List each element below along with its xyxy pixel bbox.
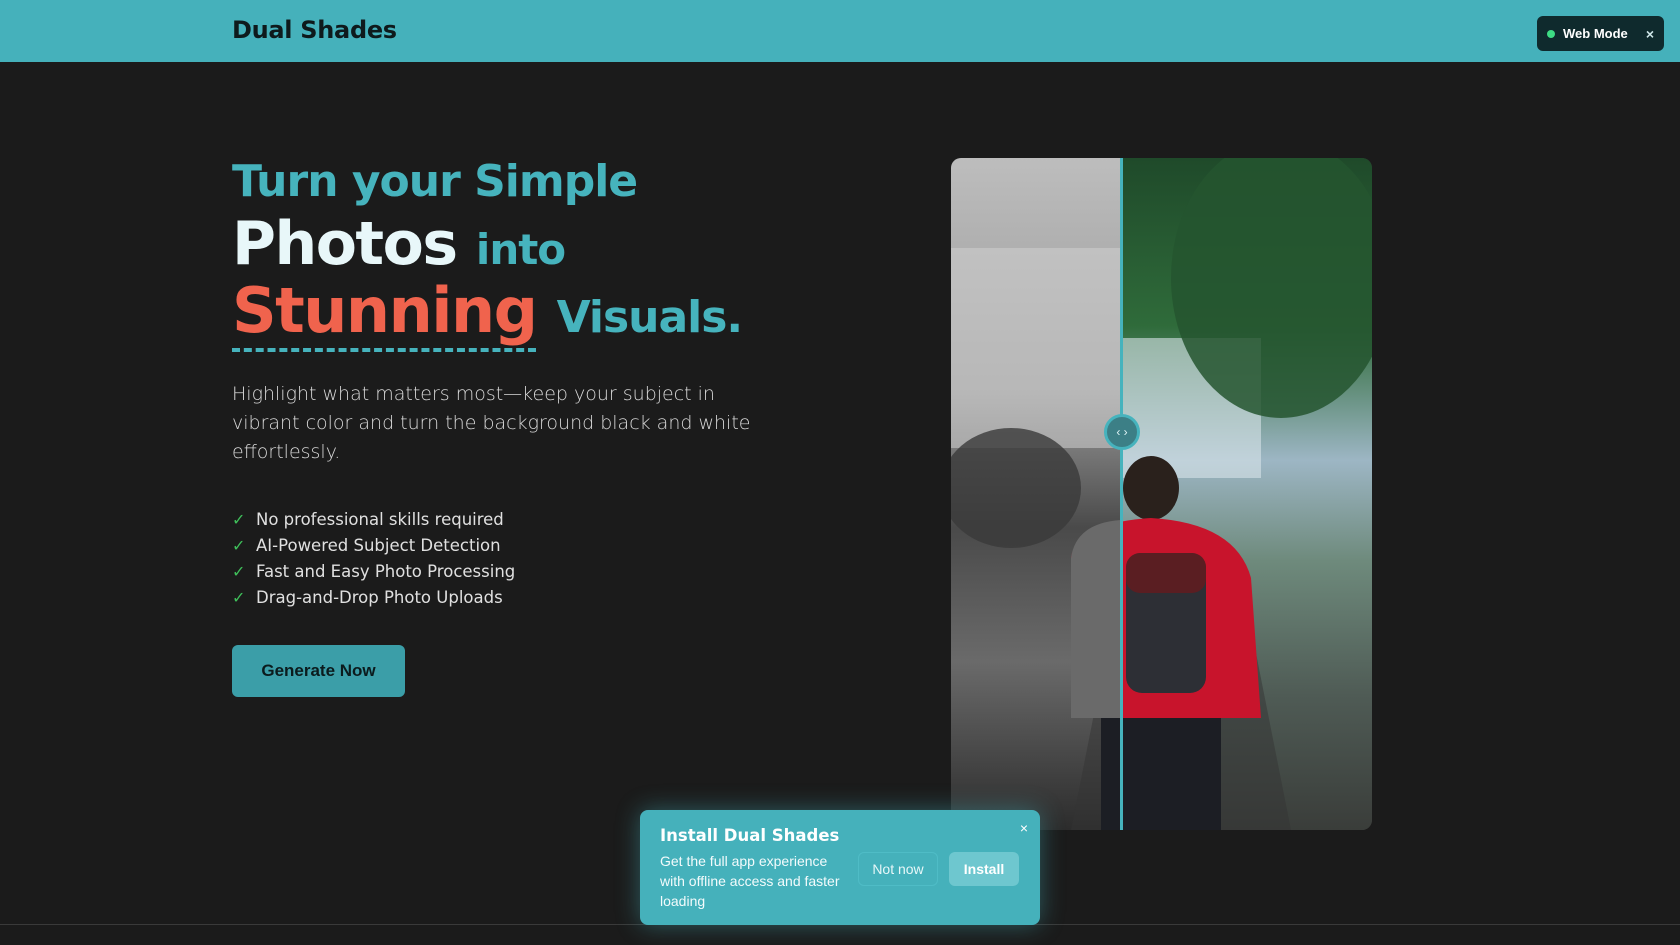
close-icon[interactable]: × [1646, 26, 1654, 42]
split-divider[interactable] [1120, 158, 1123, 830]
close-icon[interactable]: × [1020, 820, 1028, 836]
check-icon: ✓ [232, 509, 246, 529]
generate-now-button[interactable]: Generate Now [232, 645, 405, 697]
install-button[interactable]: Install [949, 852, 1019, 886]
check-icon: ✓ [232, 535, 246, 555]
heading-line-3: Stunning Visuals. [232, 280, 792, 352]
feature-label: Fast and Easy Photo Processing [256, 561, 516, 581]
photo-illustration [951, 158, 1372, 830]
install-prompt-title: Install Dual Shades [660, 826, 840, 845]
feature-label: No professional skills required [256, 509, 504, 529]
slider-handle[interactable]: ‹ › [1104, 414, 1140, 450]
feature-item: ✓ AI-Powered Subject Detection [232, 532, 515, 558]
heading-line-1: Turn your Simple [232, 156, 638, 207]
heading-word-into: into [475, 225, 566, 274]
install-prompt: Install Dual Shades Get the full app exp… [640, 810, 1040, 925]
status-dot-icon [1547, 29, 1555, 38]
feature-item: ✓ No professional skills required [232, 506, 515, 532]
check-icon: ✓ [232, 561, 246, 581]
not-now-button[interactable]: Not now [858, 852, 938, 886]
feature-item: ✓ Fast and Easy Photo Processing [232, 558, 515, 584]
web-mode-badge[interactable]: Web Mode × [1537, 16, 1664, 51]
feature-list: ✓ No professional skills required ✓ AI-P… [232, 506, 515, 610]
top-bar: Dual Shades Web Mode × [0, 0, 1680, 62]
heading-word-photos: Photos [232, 209, 458, 279]
heading-word-stunning: Stunning [232, 280, 538, 352]
feature-label: AI-Powered Subject Detection [256, 535, 501, 555]
feature-label: Drag-and-Drop Photo Uploads [256, 587, 503, 607]
heading-line-2: Photos into [232, 214, 792, 274]
feature-item: ✓ Drag-and-Drop Photo Uploads [232, 584, 515, 610]
hero-description: Highlight what matters most—keep your su… [232, 383, 751, 463]
check-icon: ✓ [232, 587, 246, 607]
web-mode-label: Web Mode [1563, 26, 1628, 41]
before-after-comparison[interactable]: ‹ › [951, 158, 1372, 830]
heading-word-visuals: Visuals. [556, 292, 744, 343]
hero-heading: Turn your Simple Photos into Stunning Vi… [232, 156, 792, 352]
install-prompt-body: Get the full app experience with offline… [660, 853, 840, 909]
brand-logo-text[interactable]: Dual Shades [232, 16, 397, 44]
